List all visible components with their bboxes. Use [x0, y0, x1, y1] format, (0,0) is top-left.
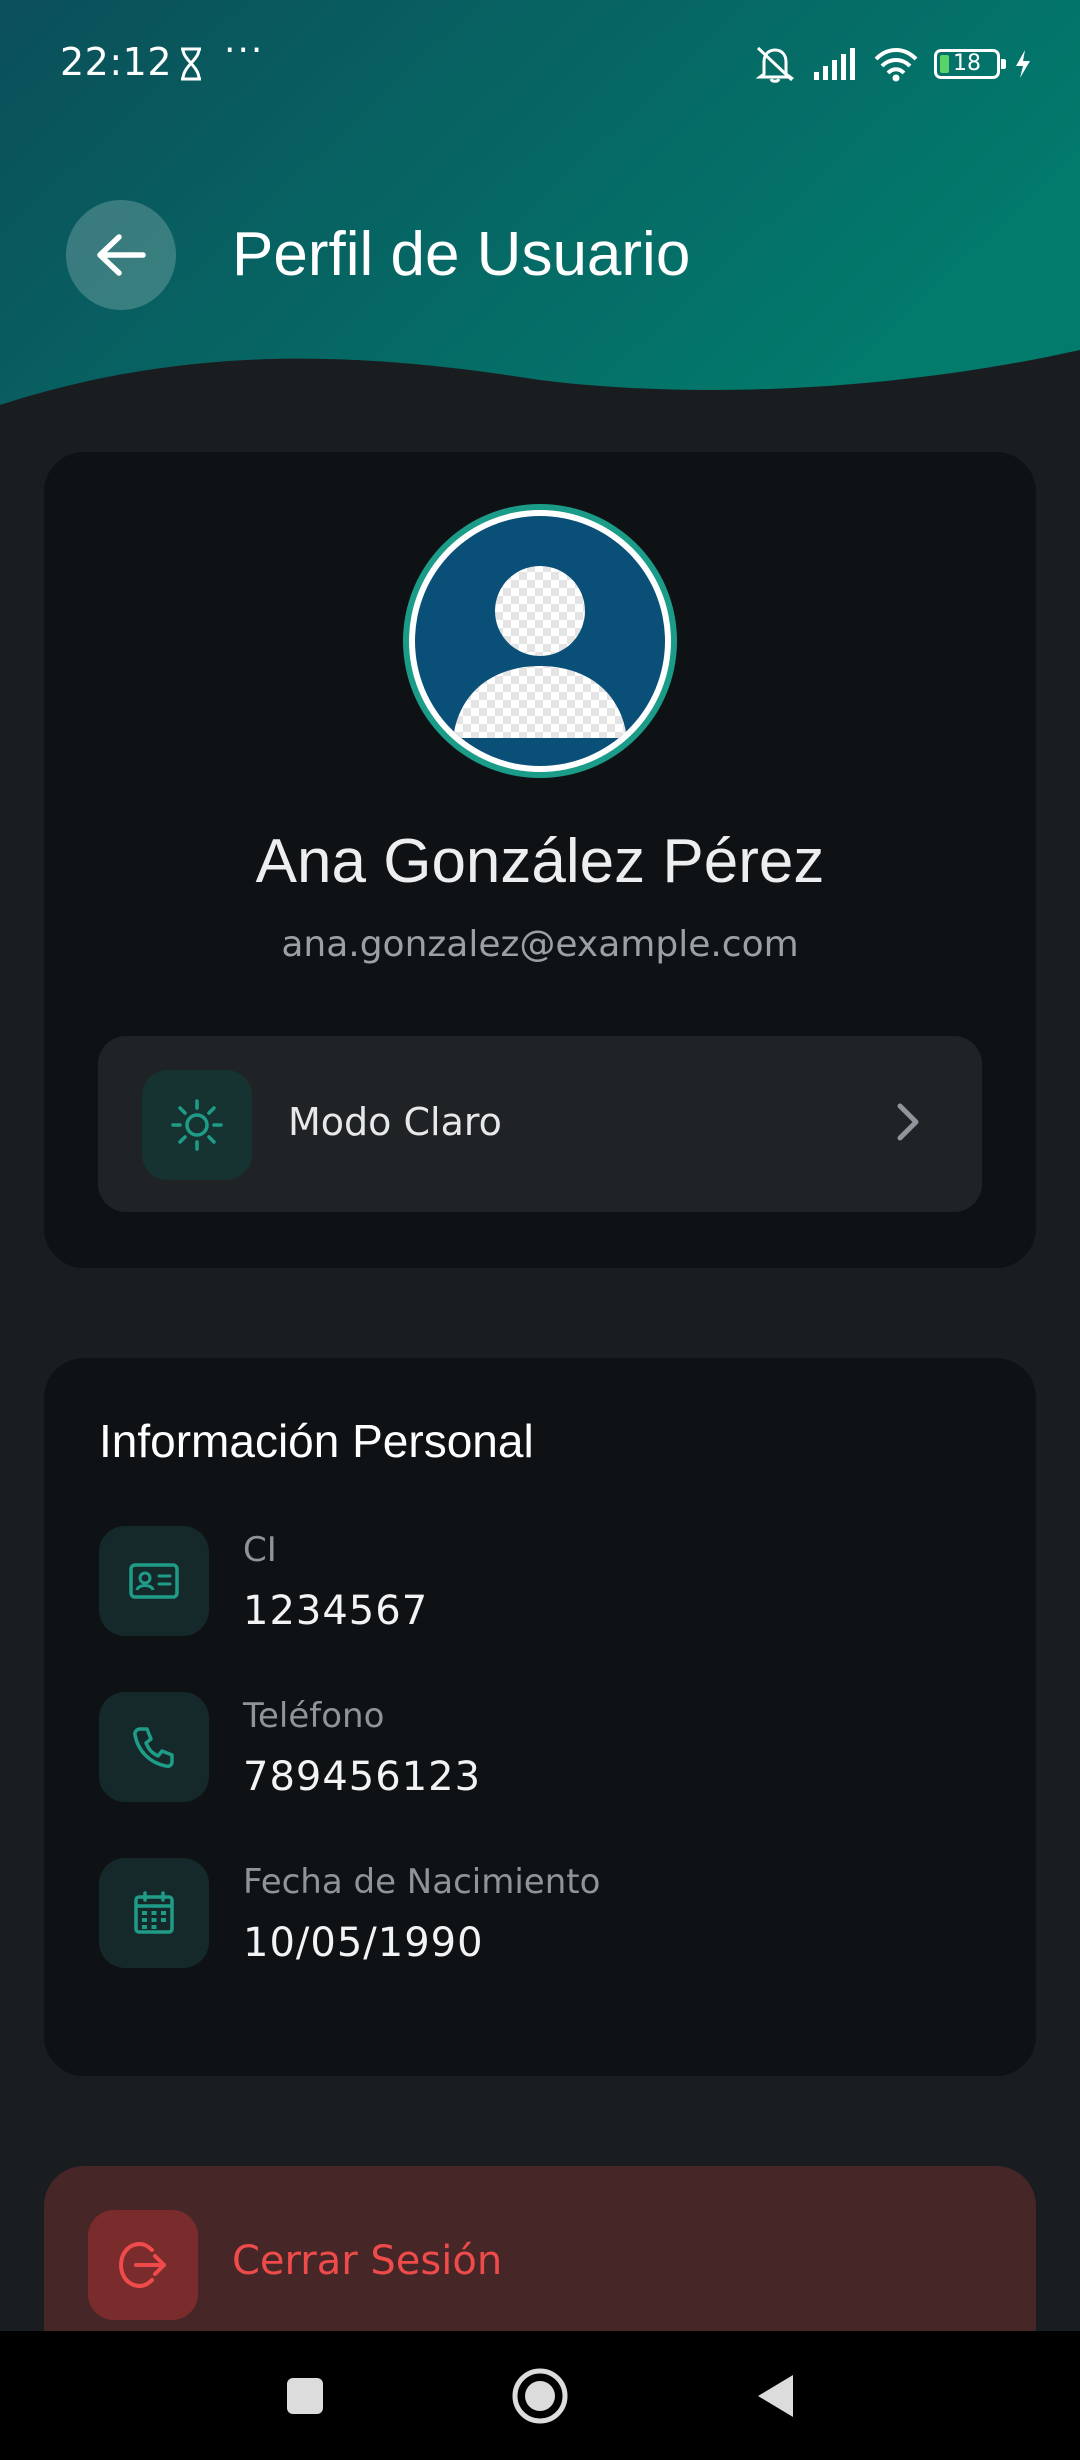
back-button[interactable] [66, 200, 176, 310]
avatar[interactable] [403, 504, 677, 778]
phone-icon [133, 1727, 174, 1768]
sun-icon [171, 1099, 223, 1151]
bell-off-icon [755, 46, 795, 83]
user-name: Ana González Pérez [255, 827, 825, 896]
hourglass-icon [181, 47, 201, 81]
info-icon-container [99, 1526, 209, 1636]
info-item-phone: Teléfono 789456123 [99, 1692, 979, 1804]
triangle-back-icon [758, 2374, 793, 2417]
info-value: 1234567 [243, 1588, 429, 1634]
calendar-icon [134, 1891, 174, 1934]
profile-card: Ana González Pérez ana.gonzalez@example.… [44, 452, 1036, 1268]
logout-icon-container [88, 2210, 198, 2320]
wifi-icon [874, 48, 918, 82]
info-icon-container [99, 1692, 209, 1802]
id-card-icon [129, 1563, 179, 1599]
charging-icon [1016, 50, 1030, 78]
theme-toggle-row[interactable]: Modo Claro [98, 1036, 982, 1212]
recents-button[interactable] [250, 2331, 360, 2460]
battery-icon: 18 [934, 49, 1006, 79]
info-item-ci: CI 1234567 [99, 1526, 979, 1638]
info-item-birthdate: Fecha de Nacimiento 10/05/1990 [99, 1858, 979, 1970]
info-label: Fecha de Nacimiento [243, 1862, 601, 1902]
signal-icon [814, 48, 855, 80]
chevron-right-icon [897, 1103, 919, 1141]
back-nav-button[interactable] [720, 2331, 830, 2460]
theme-icon-container [142, 1070, 252, 1180]
system-nav-bar [0, 2331, 1080, 2460]
battery-level: 18 [953, 51, 981, 76]
info-label: CI [243, 1530, 277, 1570]
section-title: Información Personal [99, 1415, 534, 1467]
more-notifications-icon: ··· [224, 30, 265, 71]
logout-icon [118, 2241, 166, 2289]
theme-label: Modo Claro [288, 1100, 502, 1144]
info-icon-container [99, 1858, 209, 1968]
page-title: Perfil de Usuario [232, 220, 691, 289]
personal-info-card: Información Personal CI 1234567 Teléfono… [44, 1358, 1036, 2076]
home-circle-icon [512, 2368, 568, 2423]
arrow-left-icon [97, 234, 146, 276]
info-value: 789456123 [243, 1754, 482, 1800]
user-email: ana.gonzalez@example.com [281, 924, 799, 965]
home-button[interactable] [485, 2331, 595, 2460]
square-icon [287, 2377, 323, 2414]
status-bar: 22:12 ··· 18 [0, 0, 1080, 128]
info-value: 10/05/1990 [243, 1920, 484, 1966]
logout-label: Cerrar Sesión [232, 2238, 503, 2284]
user-icon [453, 566, 627, 738]
status-icons: 18 [752, 44, 1032, 84]
profile-screen: 22:12 ··· 18 Perfil de Usuario Ana Gonzá… [0, 0, 1080, 2460]
status-time: 22:12 [60, 40, 173, 84]
info-label: Teléfono [243, 1696, 385, 1736]
